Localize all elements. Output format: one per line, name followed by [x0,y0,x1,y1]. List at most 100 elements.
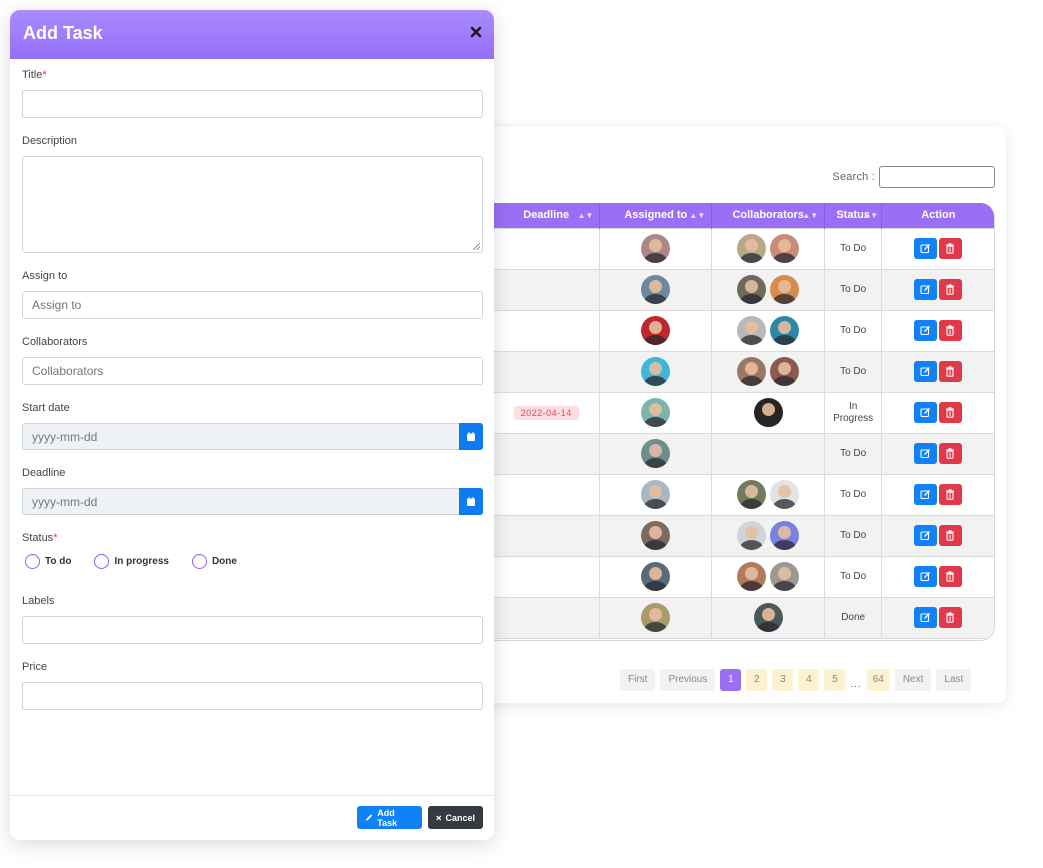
avatar[interactable] [737,357,767,386]
avatar[interactable] [641,603,671,632]
page-button-2[interactable]: 2 [746,669,768,691]
avatar[interactable] [770,275,800,304]
start-date-input[interactable]: yyyy-mm-dd [22,423,459,450]
start-date-calendar-button[interactable] [459,423,483,450]
status-text: To Do [840,447,867,459]
edit-button[interactable] [914,484,938,505]
status-label: Status* [22,532,58,544]
delete-button[interactable] [939,320,963,341]
status-radio-done[interactable]: Done [189,553,237,569]
avatar[interactable] [737,316,767,345]
avatar[interactable] [641,521,671,550]
assigned-cell [599,514,713,557]
avatar[interactable] [737,275,767,304]
deadline-cell [493,350,601,393]
deadline-cell [493,596,601,639]
edit-button[interactable] [914,279,938,300]
page-previous-button[interactable]: Previous [660,669,716,691]
delete-button[interactable] [939,402,963,423]
radio-circle-icon[interactable] [191,553,207,569]
page-next-button[interactable]: Next [894,669,932,691]
avatar[interactable] [770,316,800,345]
search-input[interactable] [879,166,995,188]
avatar[interactable] [641,357,671,386]
column-header-deadline[interactable]: Deadline ▲▼ [493,203,601,228]
avatar[interactable] [770,234,800,263]
avatar[interactable] [737,521,767,550]
deadline-input[interactable]: yyyy-mm-dd [22,488,459,515]
radio-circle-icon[interactable] [25,553,40,569]
avatar[interactable] [641,480,671,509]
price-input[interactable] [22,682,483,710]
delete-button[interactable] [939,566,963,587]
edit-button[interactable] [914,566,938,587]
delete-button[interactable] [939,279,963,300]
avatar[interactable] [641,439,671,468]
page-first-button[interactable]: First [620,669,656,691]
avatar[interactable] [753,398,783,427]
column-header-assigned-to[interactable]: Assigned to ▲▼ [599,203,713,228]
edit-button[interactable] [914,525,938,546]
deadline-calendar-button[interactable] [459,488,483,515]
status-text: To Do [840,242,867,254]
close-icon [436,815,442,820]
page-button-5[interactable]: 5 [824,669,846,691]
edit-button[interactable] [914,443,938,464]
task-table-wrapper: Deadline ▲▼ Assigned to ▲▼ Collaborators ▲▼… [493,203,995,641]
avatar[interactable] [641,562,671,591]
delete-button[interactable] [939,525,963,546]
column-header-status[interactable]: Status ▲▼ [824,203,883,228]
edit-button[interactable] [914,320,938,341]
close-button[interactable] [470,25,482,38]
delete-button[interactable] [939,443,963,464]
assign-to-input[interactable]: Assign to [22,291,483,319]
resize-grip-icon[interactable] [473,243,480,250]
edit-icon [920,326,931,336]
status-cell: To Do [824,350,883,393]
assign-to-placeholder: Assign to [32,298,82,312]
edit-button[interactable] [914,402,938,423]
cancel-button[interactable]: Cancel [428,806,483,829]
modal-footer: Add Task Cancel [10,795,494,840]
edit-button[interactable] [914,238,938,259]
delete-button[interactable] [939,238,963,259]
delete-button[interactable] [939,484,963,505]
status-radio-todo[interactable]: To do [22,553,71,569]
avatar[interactable] [770,521,800,550]
labels-input[interactable] [22,616,483,644]
delete-button[interactable] [939,607,963,628]
column-header-collaborators[interactable]: Collaborators ▲▼ [711,203,826,228]
description-textarea[interactable] [22,156,483,253]
edit-button[interactable] [914,607,938,628]
avatar[interactable] [770,562,800,591]
avatar[interactable] [641,275,671,304]
avatar[interactable] [641,398,671,427]
add-task-button[interactable]: Add Task [357,806,422,829]
table-row: To Do [493,473,994,516]
avatar[interactable] [737,234,767,263]
page-button-last-number[interactable]: 64 [866,669,890,691]
avatar[interactable] [770,357,800,386]
page-button-4[interactable]: 4 [798,669,820,691]
start-date-placeholder: yyyy-mm-dd [32,429,98,444]
page-ellipsis: ... [850,679,862,690]
edit-button[interactable] [914,361,938,382]
search-label: Search : [832,171,875,183]
page-button-1[interactable]: 1 [720,669,742,691]
page-button-3[interactable]: 3 [772,669,794,691]
delete-button[interactable] [939,361,963,382]
avatar[interactable] [737,562,767,591]
avatar[interactable] [753,603,783,632]
avatar[interactable] [737,480,767,509]
collaborators-input[interactable]: Collaborators [22,357,483,385]
status-radio-in-progress[interactable]: In progress [91,553,169,569]
title-input[interactable] [22,90,483,118]
avatar[interactable] [641,234,671,263]
page-last-button[interactable]: Last [936,669,972,691]
avatar[interactable] [770,480,800,509]
status-cell: In Progress [824,391,883,434]
status-text: To Do [840,570,867,582]
avatar[interactable] [641,316,671,345]
radio-circle-icon[interactable] [94,553,110,569]
edit-icon [920,408,931,418]
